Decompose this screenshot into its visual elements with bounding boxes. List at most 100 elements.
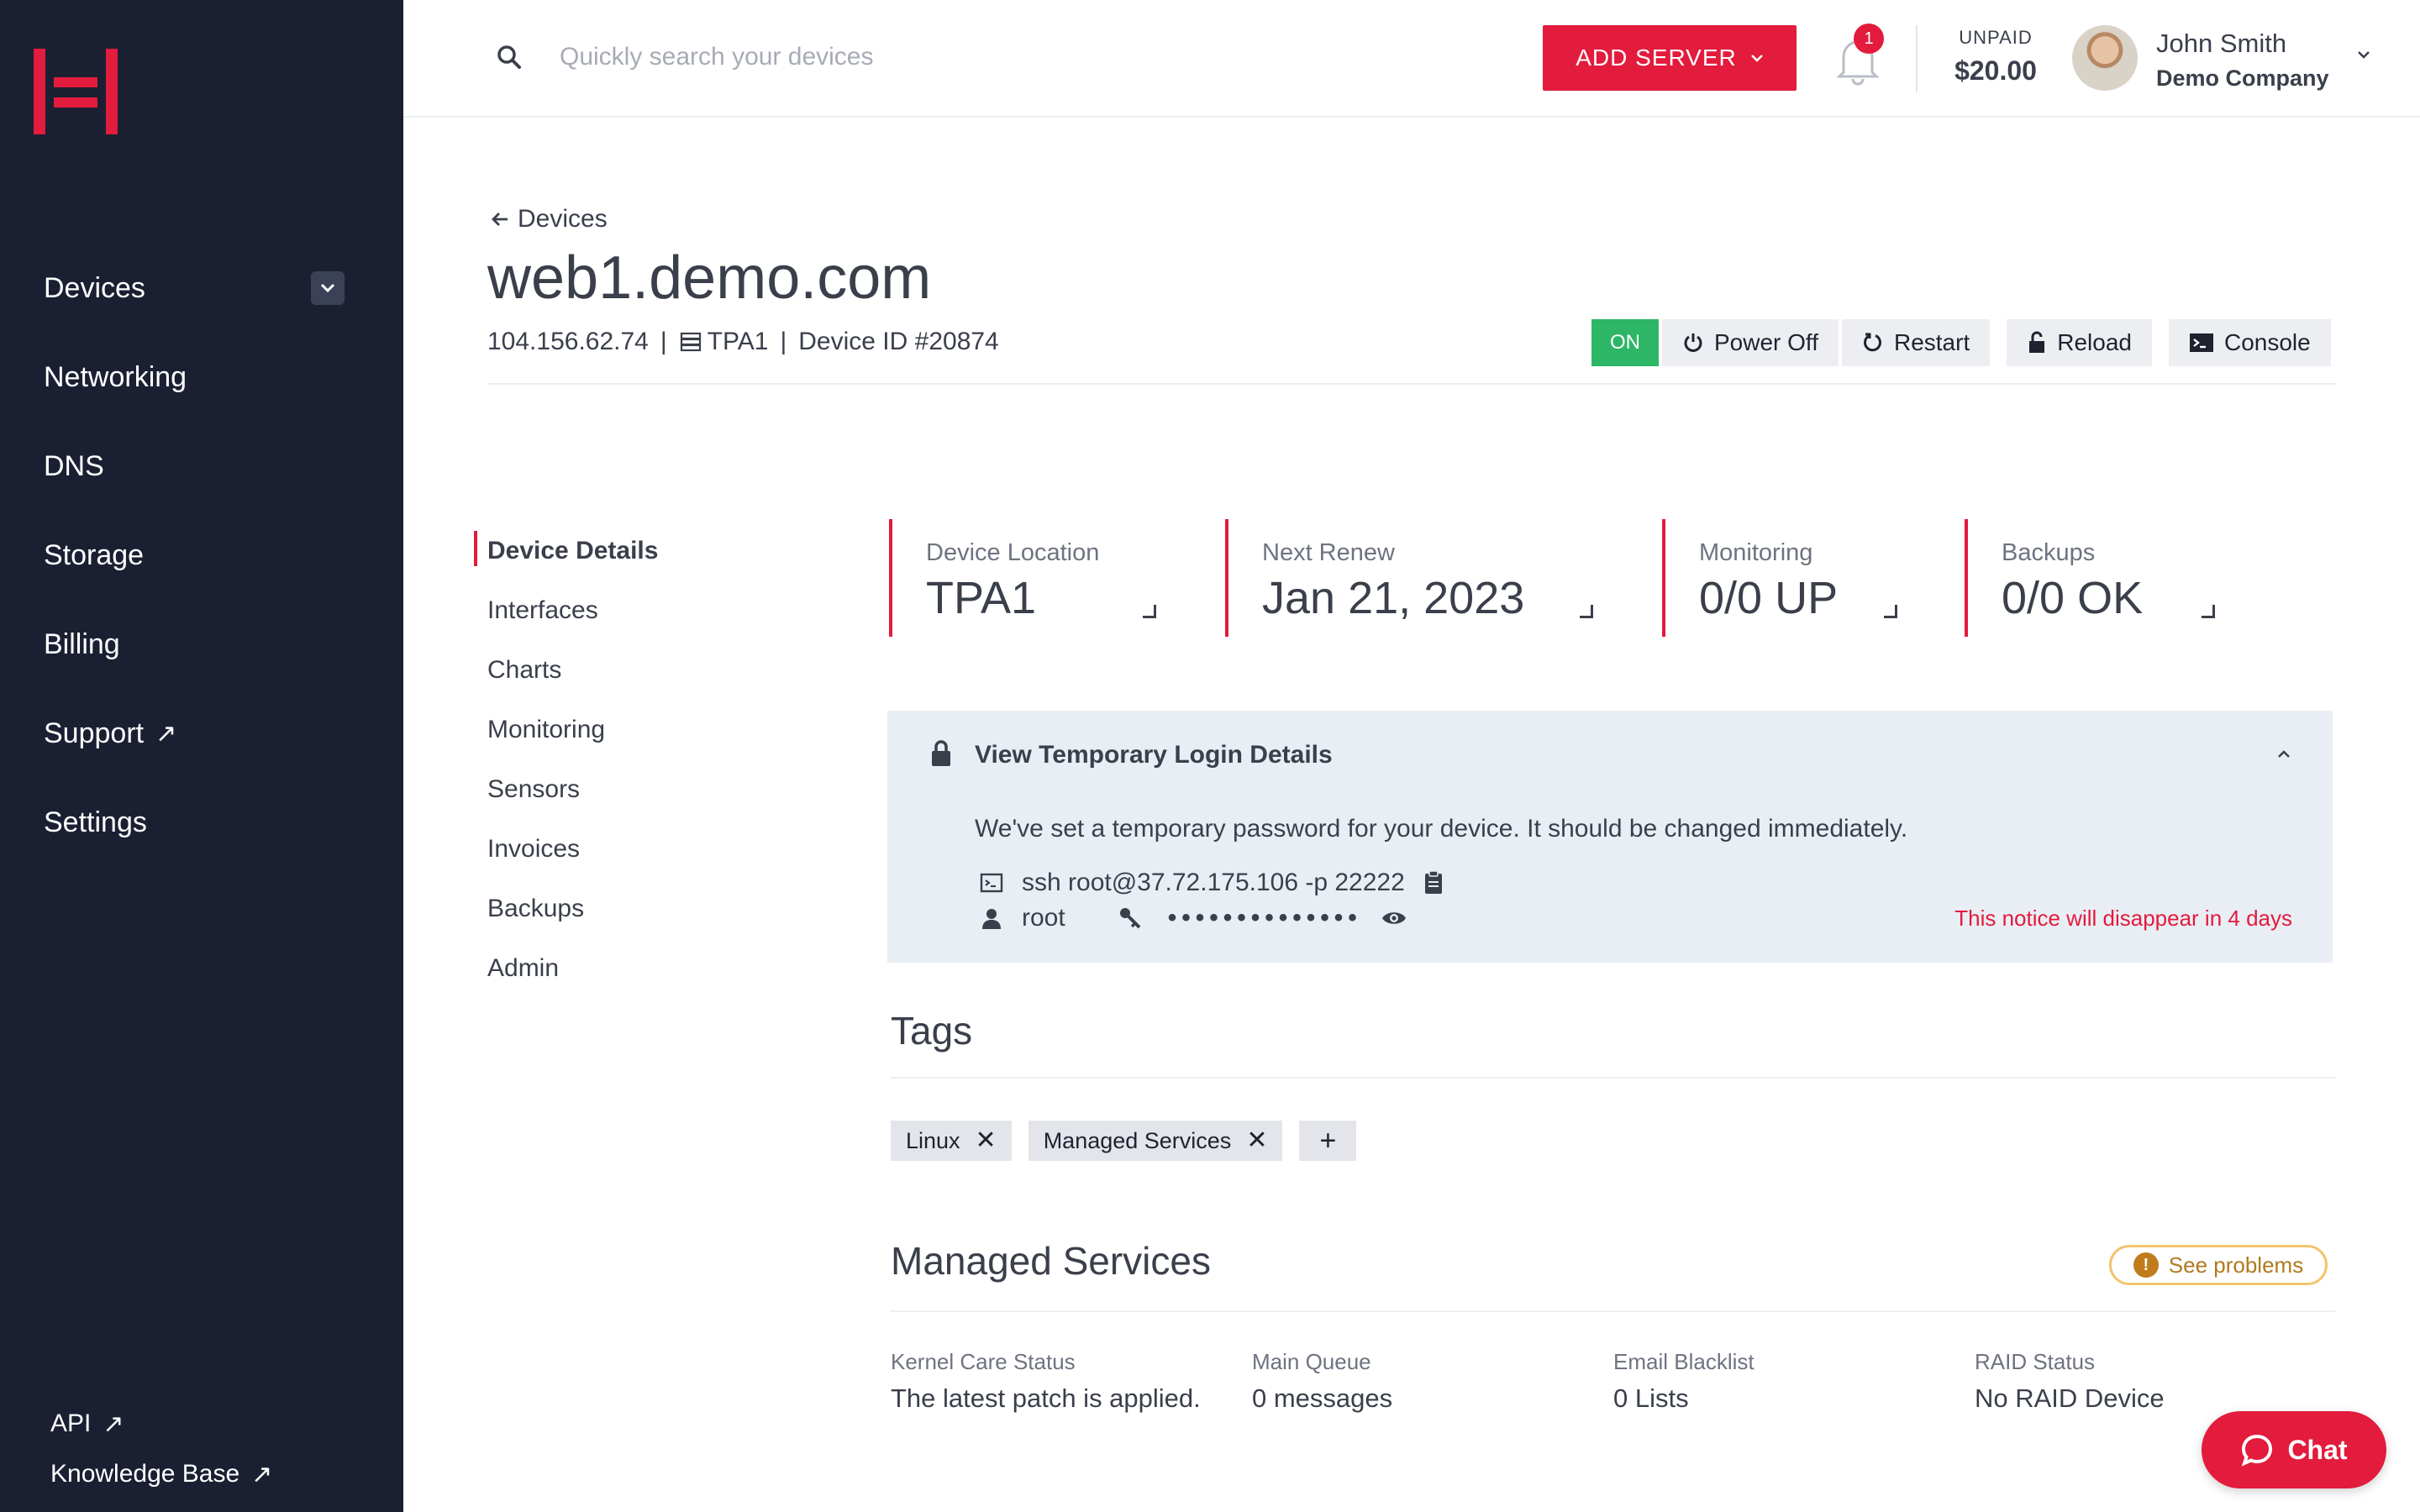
restart-icon [1863,333,1881,352]
server-icon [680,332,701,352]
managed-services-heading: Managed Services [891,1239,1211,1283]
add-server-button[interactable]: ADD SERVER [1543,25,1797,91]
sidebar-footer: API ↗ Knowledge Base ↗ [50,1399,272,1499]
ms-label: RAID Status [1975,1349,2096,1374]
tab-admin[interactable]: Admin [474,938,658,998]
sidebar-item-label: Storage [44,538,145,571]
temporary-login-panel: View Temporary Login Details We've set a… [887,711,2333,963]
panel-expiry-notice: This notice will disappear in 4 days [1954,906,2292,931]
sidebar-item-label: Devices [44,271,145,304]
stat-device-location[interactable]: Device Location TPA1 [889,519,1166,637]
top-bar: ADD SERVER 1 UNPAID $20.00 John Smith De… [403,0,2420,118]
divider [891,1077,2336,1079]
brand-logo[interactable] [34,49,118,134]
page-title: web1.demo.com [487,244,932,312]
ssh-command[interactable]: ssh root@37.72.175.106 -p 22222 [1022,869,1405,897]
stat-monitoring[interactable]: Monitoring 0/0 UP [1662,519,1914,637]
console-label: Console [2223,329,2311,355]
chevron-up-icon[interactable] [2272,743,2296,766]
stat-value: 0/0 UP [1699,573,1839,623]
eye-icon[interactable] [1381,908,1407,928]
clipboard-icon[interactable] [1423,870,1444,895]
add-tag-button[interactable]: + [1299,1121,1357,1161]
close-icon[interactable]: ✕ [1246,1128,1267,1153]
device-location-label: TPA1 [707,328,769,355]
sidebar-item-label: Settings [44,806,147,838]
tag-chip: Managed Services ✕ [1028,1121,1283,1161]
reload-button[interactable]: Reload [2007,319,2152,366]
close-icon[interactable]: ✕ [976,1128,997,1153]
tab-sensors[interactable]: Sensors [474,759,658,819]
back-link[interactable]: Devices [491,205,608,234]
stat-backups[interactable]: Backups 0/0 OK [1965,519,2233,637]
add-server-label: ADD SERVER [1576,45,1737,71]
stat-value: TPA1 [926,573,1037,623]
stat-label: Device Location [926,539,1100,566]
device-id: Device ID #20874 [798,328,999,355]
username[interactable]: root [1022,904,1065,932]
tab-backups[interactable]: Backups [474,879,658,938]
back-link-label: Devices [518,205,608,233]
restart-button[interactable]: Restart [1841,319,1991,366]
chat-bubble-icon [2242,1434,2273,1467]
tab-charts[interactable]: Charts [474,640,658,700]
stat-next-renew[interactable]: Next Renew Jan 21, 2023 [1225,519,1603,637]
terminal-icon [2189,333,2213,352]
external-link-icon: ↗ [103,1410,124,1438]
sidebar-item-networking[interactable]: Networking [44,333,346,422]
ms-value: The latest patch is applied. [891,1383,1201,1413]
tab-device-details[interactable]: Device Details [474,521,658,580]
user-name: John Smith [2156,29,2287,58]
tab-monitoring[interactable]: Monitoring [474,700,658,759]
divider [487,383,2336,385]
stat-value: Jan 21, 2023 [1262,573,1525,623]
see-problems-button[interactable]: ! See problems [2109,1245,2328,1285]
ssh-command-row: ssh root@37.72.175.106 -p 22222 [980,869,1444,897]
sidebar-item-settings[interactable]: Settings [44,778,346,867]
sidebar-item-label: Billing [44,627,120,660]
terminal-icon [980,873,1003,893]
divider [891,1310,2336,1312]
kernel-care-status: Kernel Care Status The latest patch is a… [891,1349,1201,1414]
unpaid-amount: $20.00 [1954,55,2037,86]
search-input[interactable] [560,34,1316,81]
console-button[interactable]: Console [2168,319,2331,366]
power-icon [1684,333,1702,352]
sidebar-item-billing[interactable]: Billing [44,600,346,689]
power-off-button[interactable]: Power Off [1662,319,1839,366]
avatar[interactable] [2072,25,2138,91]
panel-title[interactable]: View Temporary Login Details [975,741,1333,769]
password-masked[interactable]: •••••••••••••• [1168,904,1362,932]
expand-corner-icon [1580,605,1593,618]
unpaid-label: UNPAID [1959,27,2033,48]
tab-invoices[interactable]: Invoices [474,819,658,879]
tag-label: Managed Services [1043,1127,1232,1153]
tag-label: Linux [906,1127,960,1153]
device-location: TPA1 [679,328,769,356]
stat-label: Monitoring [1699,539,1813,566]
unpaid-balance[interactable]: UNPAID $20.00 [1949,27,2042,87]
user-menu[interactable]: John Smith Demo Company [2156,29,2329,92]
expand-corner-icon [2202,605,2215,618]
sidebar-item-storage[interactable]: Storage [44,511,346,600]
email-blacklist: Email Blacklist 0 Lists [1613,1349,1754,1414]
sidebar-item-devices[interactable]: Devices [44,244,346,333]
chevron-down-icon[interactable] [2351,42,2376,67]
ms-label: Main Queue [1252,1349,1371,1374]
sidebar-nav: Devices Networking DNS Storage Billing S… [44,244,346,867]
api-link[interactable]: API ↗ [50,1399,272,1449]
knowledge-base-link[interactable]: Knowledge Base ↗ [50,1449,272,1499]
stat-label: Backups [2002,539,2096,566]
sidebar-item-support[interactable]: Support ↗ [44,689,346,778]
ms-label: Kernel Care Status [891,1349,1076,1374]
sidebar-item-dns[interactable]: DNS [44,422,346,511]
chat-button[interactable]: Chat [2202,1411,2386,1488]
chevron-down-icon[interactable] [311,271,345,305]
sidebar: Devices Networking DNS Storage Billing S… [0,0,403,1512]
api-link-label: API [50,1410,92,1437]
search-icon [497,45,521,69]
expand-corner-icon [1143,605,1156,618]
chevron-down-icon [1750,55,1763,62]
lock-open-icon [2029,331,2045,353]
tab-interfaces[interactable]: Interfaces [474,580,658,640]
